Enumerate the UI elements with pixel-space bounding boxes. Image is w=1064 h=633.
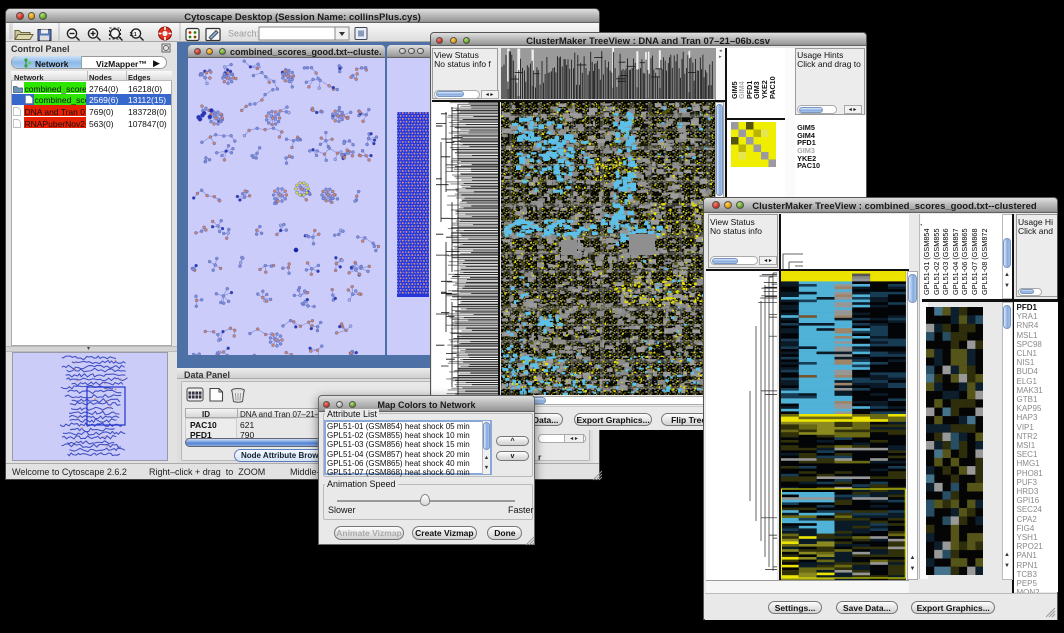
svg-text:Search:: Search: [228, 28, 259, 38]
svg-text:1:1: 1:1 [129, 32, 136, 38]
